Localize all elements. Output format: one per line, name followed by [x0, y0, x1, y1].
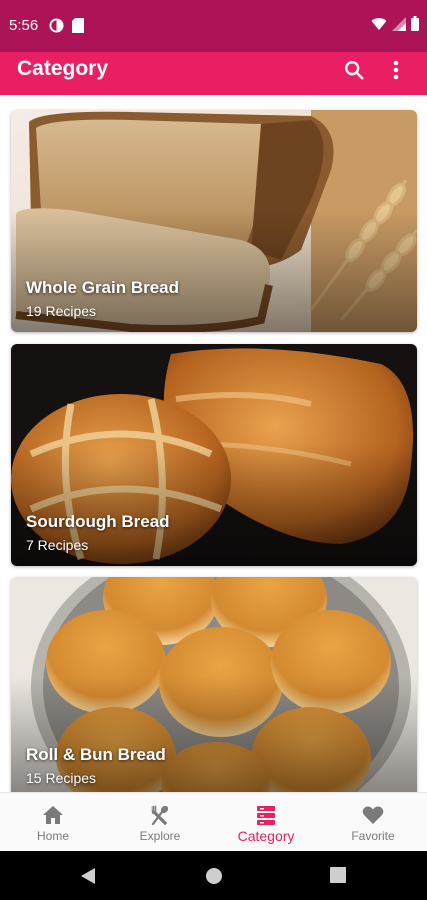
nav-label: Category — [237, 828, 295, 844]
category-card[interactable]: Roll & Bun Bread 15 Recipes — [11, 577, 417, 792]
recipe-count: 19 Recipes — [26, 303, 97, 319]
system-navigation-bar — [0, 851, 427, 900]
status-bar: 5:56 — [0, 0, 427, 52]
home-icon — [43, 806, 63, 824]
category-name: Whole Grain Bread — [26, 278, 180, 297]
category-name: Sourdough Bread — [26, 512, 170, 531]
home-system-button[interactable] — [205, 867, 223, 890]
more-vert-icon — [393, 60, 399, 80]
search-button[interactable] — [340, 56, 368, 84]
page-title: Category — [17, 57, 109, 80]
nav-label: Home — [36, 829, 69, 843]
category-card[interactable]: Sourdough Bread 7 Recipes — [11, 344, 417, 566]
fork-spoon-icon — [151, 805, 169, 826]
heart-icon — [362, 806, 384, 824]
recents-button[interactable] — [330, 867, 346, 888]
category-image — [11, 110, 417, 332]
data-saver-icon — [49, 18, 64, 38]
back-button[interactable] — [80, 867, 96, 890]
category-name: Roll & Bun Bread — [26, 745, 166, 764]
nav-favorite[interactable]: Favorite — [320, 793, 426, 852]
nav-explore[interactable]: Explore — [107, 793, 213, 852]
sim-card-icon — [72, 18, 84, 38]
nav-category[interactable]: Category — [213, 793, 319, 852]
bottom-navigation: Home Explore Category Favorite — [0, 792, 427, 852]
square-icon — [330, 867, 346, 883]
battery-icon — [411, 16, 419, 36]
nav-label: Explore — [139, 829, 181, 843]
category-image — [11, 344, 417, 566]
recipe-count: 15 Recipes — [26, 770, 97, 786]
app-bar: Category — [0, 52, 427, 95]
recipe-count: 7 Recipes — [26, 537, 89, 553]
status-time: 5:56 — [9, 17, 39, 34]
more-options-button[interactable] — [382, 56, 410, 84]
back-icon — [81, 868, 95, 884]
category-card[interactable]: Whole Grain Bread 19 Recipes — [11, 110, 417, 332]
category-list[interactable]: Whole Grain Bread 19 Recipes Sourdough B… — [0, 95, 427, 792]
signal-icon — [392, 16, 406, 36]
nav-home[interactable]: Home — [0, 793, 106, 852]
circle-icon — [206, 868, 222, 884]
category-icon — [257, 806, 275, 825]
wifi-icon — [371, 17, 387, 36]
search-icon — [345, 61, 364, 80]
nav-label: Favorite — [351, 829, 395, 843]
